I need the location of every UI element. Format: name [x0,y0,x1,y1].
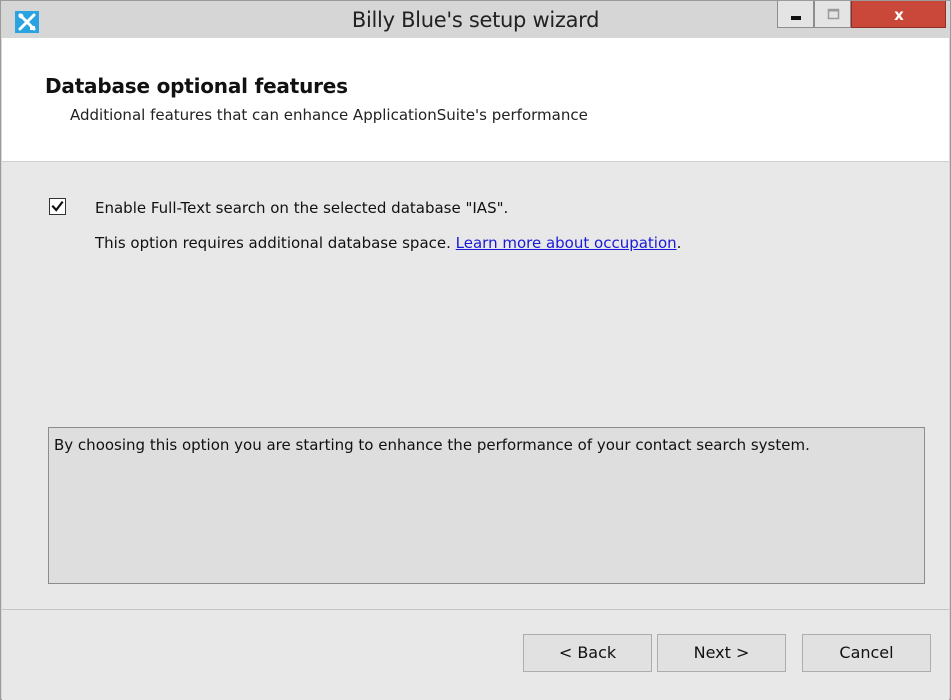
option-note: This option requires additional database… [95,234,681,252]
checkmark-icon [51,200,64,212]
learn-more-link[interactable]: Learn more about occupation [456,234,677,252]
option-note-text: This option requires additional database… [95,234,456,252]
description-box: By choosing this option you are starting… [48,427,925,584]
page-title: Database optional features [45,74,348,98]
wizard-footer: < Back Next > Cancel [2,609,949,700]
setup-wizard-window: Billy Blue's setup wizard x Database opt… [0,0,951,700]
option-note-suffix: . [676,234,682,252]
minimize-button[interactable] [777,1,814,28]
close-icon: x [894,6,904,24]
maximize-icon [827,8,840,20]
next-button[interactable]: Next > [657,634,786,672]
title-bar[interactable]: Billy Blue's setup wizard x [1,1,950,38]
close-glyph: x [894,6,904,24]
cancel-button[interactable]: Cancel [802,634,931,672]
page-subtitle: Additional features that can enhance App… [70,106,588,124]
back-button[interactable]: < Back [523,634,652,672]
wizard-content: Enable Full-Text search on the selected … [2,162,949,609]
minimize-icon [791,16,801,20]
close-button[interactable]: x [851,1,946,28]
fulltext-search-checkbox[interactable] [49,198,66,215]
maximize-button[interactable] [814,1,851,28]
wizard-header: Database optional features Additional fe… [2,38,949,162]
fulltext-search-label[interactable]: Enable Full-Text search on the selected … [95,199,508,217]
